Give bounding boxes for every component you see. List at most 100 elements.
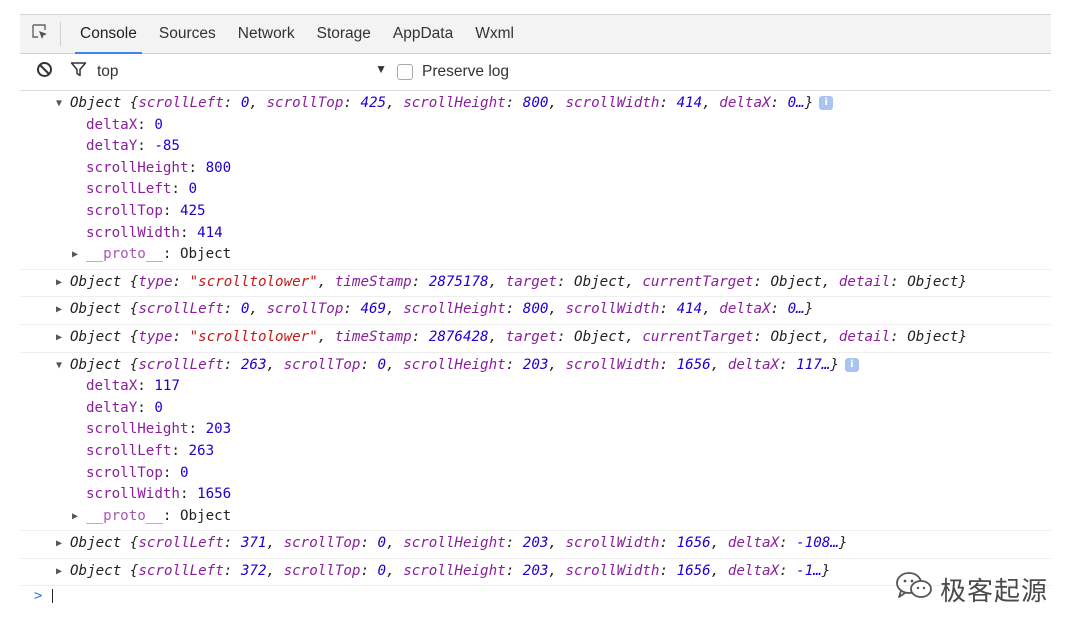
triangle-expand-icon[interactable]: ▶ <box>56 327 68 349</box>
info-badge-icon[interactable]: i <box>844 357 859 372</box>
preview-value: 0… <box>787 301 805 318</box>
colon: : <box>779 535 797 552</box>
dropdown-arrow-icon: ▼ <box>375 62 387 76</box>
proto-property[interactable]: ▶ __proto__: Object <box>20 244 1051 266</box>
preserve-log-checkbox[interactable] <box>397 64 413 80</box>
triangle-expand-icon[interactable]: ▼ <box>56 355 68 377</box>
colon: : <box>659 95 677 111</box>
preview-key: timeStamp <box>334 328 412 345</box>
object-preview[interactable]: ▶ Object {type: "scrolltolower", timeStam… <box>20 327 1051 349</box>
preview-key: scrollHeight <box>403 356 506 373</box>
colon: : <box>162 464 180 481</box>
inspect-element-button[interactable] <box>20 22 61 46</box>
comma: , <box>249 95 267 111</box>
tab-storage[interactable]: Storage <box>306 15 382 53</box>
tab-console[interactable]: Console <box>69 15 148 54</box>
object-property: deltaX: 117 <box>20 376 1051 398</box>
colon: : <box>188 421 206 438</box>
open-brace: { <box>121 356 139 373</box>
preview-key: timeStamp <box>334 273 412 290</box>
close-brace: } <box>804 301 814 318</box>
comma: , <box>548 301 566 318</box>
preview-value: "scrolltolower" <box>189 328 318 345</box>
colon: : <box>171 442 189 459</box>
preview-key: scrollWidth <box>565 356 660 373</box>
object-property: scrollLeft: 0 <box>20 179 1051 201</box>
tab-wxml[interactable]: Wxml <box>464 15 525 53</box>
comma: , <box>266 562 284 579</box>
tab-appdata[interactable]: AppData <box>382 15 464 53</box>
object-type: Object <box>70 535 122 552</box>
triangle-expand-icon[interactable]: ▶ <box>56 299 68 321</box>
preview-value: 372 <box>240 562 267 579</box>
colon: : <box>162 507 180 524</box>
clear-console-button[interactable] <box>33 61 55 83</box>
colon: : <box>223 562 241 579</box>
comma: , <box>249 301 267 318</box>
preview-value: 263 <box>240 356 267 373</box>
preview-value: 2875178 <box>428 273 489 290</box>
colon: : <box>188 159 206 176</box>
triangle-expand-icon[interactable]: ▶ <box>72 244 78 266</box>
filter-button[interactable] <box>67 61 89 83</box>
preview-value: 0… <box>787 95 805 111</box>
object-preview-text: Object {scrollLeft: 371, scrollTop: 0, s… <box>70 535 847 551</box>
triangle-expand-icon[interactable]: ▶ <box>56 533 68 555</box>
colon: : <box>556 273 575 290</box>
close-brace: } <box>838 535 848 552</box>
triangle-expand-icon[interactable]: ▼ <box>56 93 68 115</box>
object-type: Object <box>70 562 122 579</box>
object-preview-text: Object {scrollLeft: 372, scrollTop: 0, s… <box>70 563 830 579</box>
comma: , <box>488 273 506 290</box>
comma: , <box>548 535 566 552</box>
property-key: scrollTop <box>86 464 163 481</box>
preview-key: scrollHeight <box>403 535 506 552</box>
property-value: 0 <box>154 116 163 133</box>
proto-property[interactable]: ▶ __proto__: Object <box>20 506 1051 528</box>
colon: : <box>171 181 189 198</box>
preview-value: 0 <box>377 535 387 552</box>
tab-sources[interactable]: Sources <box>148 15 227 53</box>
object-type: Object <box>70 273 122 290</box>
preview-value: 2876428 <box>428 328 489 345</box>
property-value: 117 <box>154 378 180 395</box>
preview-value: 1656 <box>676 562 711 579</box>
object-preview[interactable]: ▶ Object {type: "scrolltolower", timeStam… <box>20 272 1051 294</box>
object-property: scrollTop: 425 <box>20 201 1051 223</box>
preview-key: scrollLeft <box>138 95 224 111</box>
colon: : <box>223 535 241 552</box>
comma: , <box>821 273 839 290</box>
filter-icon <box>70 61 87 83</box>
triangle-expand-icon[interactable]: ▶ <box>56 272 68 294</box>
object-preview[interactable]: ▶ Object {scrollLeft: 371, scrollTop: 0, … <box>20 533 1051 555</box>
triangle-expand-icon[interactable]: ▶ <box>72 506 78 528</box>
colon: : <box>659 301 677 318</box>
colon: : <box>223 95 241 111</box>
object-preview[interactable]: ▶ Object {scrollLeft: 0, scrollTop: 469, … <box>20 299 1051 321</box>
info-badge-icon[interactable]: i <box>819 96 834 110</box>
log-message: ▼ Object {scrollLeft: 0, scrollTop: 425, … <box>20 91 1051 270</box>
preserve-log-toggle[interactable]: Preserve log <box>397 63 509 81</box>
context-selector[interactable]: top ▼ <box>97 62 387 81</box>
object-property: scrollWidth: 1656 <box>20 484 1051 506</box>
colon: : <box>505 95 523 111</box>
preview-key: scrollHeight <box>403 562 506 579</box>
open-brace: { <box>121 95 139 111</box>
object-preview[interactable]: ▼ Object {scrollLeft: 0, scrollTop: 425, … <box>20 93 1051 115</box>
property-value: 1656 <box>197 486 232 503</box>
tab-list: Console Sources Network Storage AppData Wxml <box>69 15 525 54</box>
tab-network[interactable]: Network <box>227 15 306 53</box>
colon: : <box>753 328 771 345</box>
close-brace: } <box>804 95 814 111</box>
preview-value: 1656 <box>676 535 711 552</box>
preview-value: 203 <box>522 356 549 373</box>
object-type: Object <box>70 328 122 345</box>
object-preview[interactable]: ▼ Object {scrollLeft: 263, scrollTop: 0, … <box>20 355 1051 377</box>
preview-value: 0 <box>377 356 387 373</box>
triangle-expand-icon[interactable]: ▶ <box>56 561 68 583</box>
comma: , <box>386 301 404 318</box>
object-type: Object <box>70 95 122 111</box>
property-value: 0 <box>154 399 163 416</box>
preview-key: scrollLeft <box>138 301 224 318</box>
preview-key: scrollTop <box>283 562 361 579</box>
